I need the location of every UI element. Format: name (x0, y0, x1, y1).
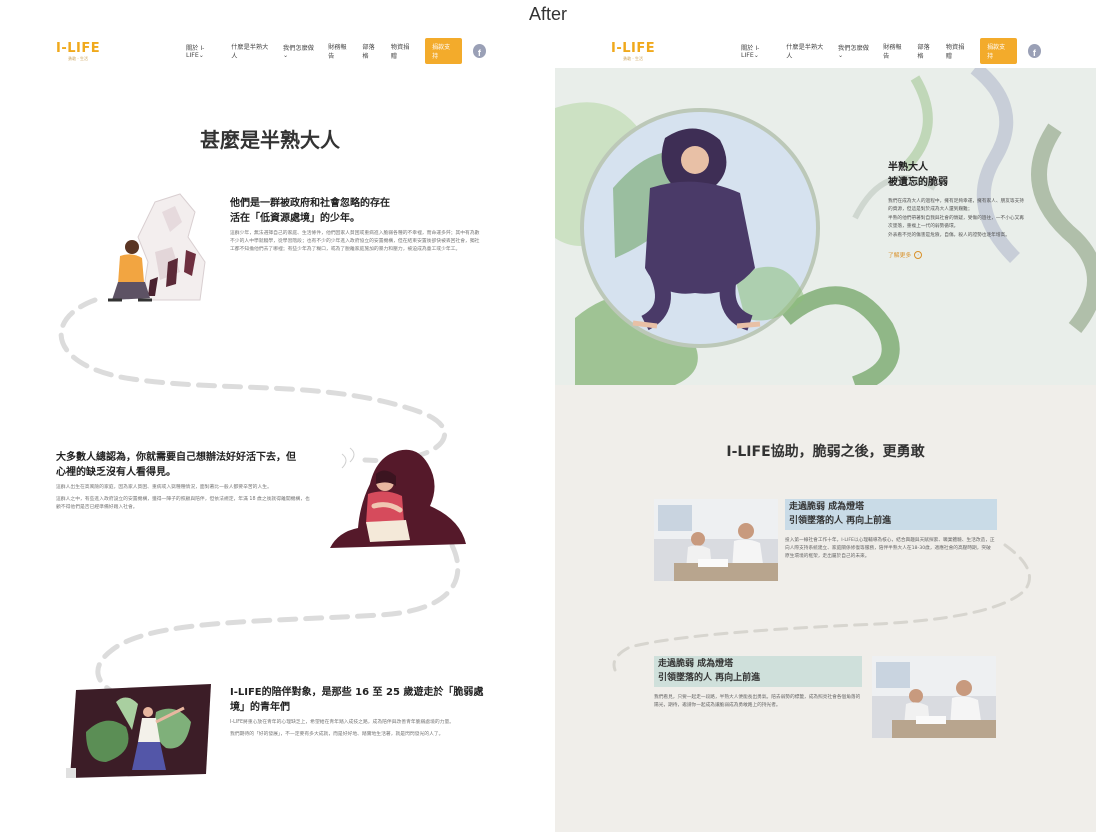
hero-banner: 半熟大人 被遺忘的脆弱 我們在成為大人的過程中，擁有足夠幸運，擁有家人、朋友等支… (555, 68, 1096, 385)
section2-heading-line2: 心裡的缺乏沒有人看得見。 (56, 466, 176, 478)
illustration-painter (66, 684, 211, 778)
right-page: I-LIFE 勇敢 · 生活 關於 I-LIFE⌄ 什麼是半熟大人 我們怎麼做⌄… (555, 0, 1096, 832)
card2-text: 我們看見，只要一起走一段路，半熟大人便能長出勇氣。陪去弱勢的標籤，成為照亮社會各… (654, 695, 861, 709)
card1-title-line1: 走過脆弱 成為燈塔 (789, 502, 865, 512)
left-page: I-LIFE 勇敢 · 生活 關於 I-LIFE⌄ 什麼是半熟大人 我們怎麼做⌄… (0, 0, 548, 832)
card1-title: 走過脆弱 成為燈塔 引領墜落的人 再向上前進 (785, 499, 997, 530)
arrow-circle-icon: › (914, 250, 923, 259)
logo-text: I-LIFE (611, 40, 656, 56)
card1-text: 投入第一線社會工作十年，I-LIFE以心理輔導為核心，結合興趣與天賦探索、職業體… (785, 538, 995, 560)
card2-title-line1: 走過脆弱 成為燈塔 (658, 659, 734, 669)
facebook-icon[interactable]: f (1027, 44, 1041, 58)
illustration-statue (108, 193, 206, 302)
photo-counseling-2 (872, 656, 996, 738)
nav-item-how[interactable]: 我們怎麼做⌄ (838, 43, 872, 59)
nav-item-blog[interactable]: 部落格 (917, 42, 934, 60)
section3-heading-line2: 境」的青年們 (230, 701, 290, 713)
learn-more-link[interactable]: 了解更多 › (888, 250, 1024, 259)
section2-text-1: 這群人出生在高風險的家庭，因為家人貧困、重病或入獄種種情況，面對著比一般人都要辛… (56, 485, 272, 490)
section1-heading-line1: 他們是一群被政府和社會忽略的存在 (230, 198, 390, 209)
section2-heading-line1: 大多數人總認為，你就需要自己想辦法好好活下去，但 (56, 452, 296, 463)
nav-item-what[interactable]: 什麼是半熟大人 (786, 42, 827, 60)
logo[interactable]: I-LIFE 勇敢 · 生活 (611, 42, 655, 61)
help-heading: I-LIFE協助，脆弱之後，更勇敢 (726, 444, 925, 460)
nav-item-finance[interactable]: 財務報告 (883, 42, 906, 60)
section3-text-2: 我們期待的「好的發展」，不一定要有多大成就，而是好好地、踏實地生活著，就是閃閃發… (230, 732, 444, 738)
donate-button[interactable]: 捐款支持 (980, 38, 1017, 64)
section1-heading-line2: 活在「低資源處境」的少年。 (230, 212, 360, 224)
logo-tagline: 勇敢 · 生活 (623, 55, 643, 61)
hero-text: 半熟大人 被遺忘的脆弱 我們在成為大人的過程中，擁有足夠幸運，擁有家人、朋友等支… (888, 160, 1024, 259)
card1-title-line2: 引領墜落的人 再向上前進 (789, 515, 892, 526)
nav-item-donation-goods[interactable]: 物資捐贈 (946, 42, 969, 60)
section1-text: 這群少年，無法選擇自己的家庭、生活條件，他們因家人貧困或重病進入脆弱各種的不幸裡… (230, 231, 480, 253)
hero-text-1: 我們在成為大人的過程中，擁有足夠幸運，擁有家人、朋友等支持的資源，但這是對於成為… (888, 199, 1024, 213)
hero-text-2: 半熟的他們帶著對自我與社會的懷疑，受傷的過往，一不小心又再次墜落，重複上一代的弱… (888, 215, 1024, 230)
section3-heading-line1: I-LIFE的陪伴對象，是那些 16 至 25 歲遊走於「脆弱處 (230, 687, 484, 698)
nav-menu: 關於 I-LIFE⌄ 什麼是半熟大人 我們怎麼做⌄ 財務報告 部落格 物資捐贈 … (741, 38, 1041, 64)
hero-heading-line1: 半熟大人 (888, 162, 928, 173)
card2-title: 走過脆弱 成為燈塔 引領墜落的人 再向上前進 (654, 656, 862, 687)
hero-heading-line2: 被遺忘的脆弱 (888, 177, 948, 188)
section-target-youth: I-LIFE的陪伴對象，是那些 16 至 25 歲遊走於「脆弱處 境」的青年們 … (230, 686, 484, 739)
hero-text-3: 外表看不見的傷害是危險，自傷，殺人的證勢也逐年增高。 (888, 232, 1010, 238)
right-navbar: I-LIFE 勇敢 · 生活 關於 I-LIFE⌄ 什麼是半熟大人 我們怎麼做⌄… (611, 38, 1041, 64)
section3-text-1: I-LIFE將重心放在青年的心理缺乏上，希望給在青年踏入成技之路，成為陪伴與改善… (230, 720, 455, 725)
photo-counseling-1 (654, 499, 778, 581)
learn-more-label: 了解更多 (888, 253, 912, 260)
card2-title-line2: 引領墜落的人 再向上前進 (658, 672, 761, 683)
section-invisible-lack: 大多數人總認為，你就需要自己想辦法好好活下去，但 心裡的缺乏沒有人看得見。 這群… (56, 451, 312, 512)
section2-text-2: 這群人之中，有些進入政府設立的安置機構，獲得一陣子的照顧與陪伴，但依法規定，年滿… (56, 497, 310, 511)
illustration-shadow-person (330, 447, 466, 548)
nav-item-about[interactable]: 關於 I-LIFE⌄ (741, 43, 775, 59)
section-low-resource-youth: 他們是一群被政府和社會忽略的存在 活在「低資源處境」的少年。 這群少年，無法選擇… (230, 197, 484, 254)
